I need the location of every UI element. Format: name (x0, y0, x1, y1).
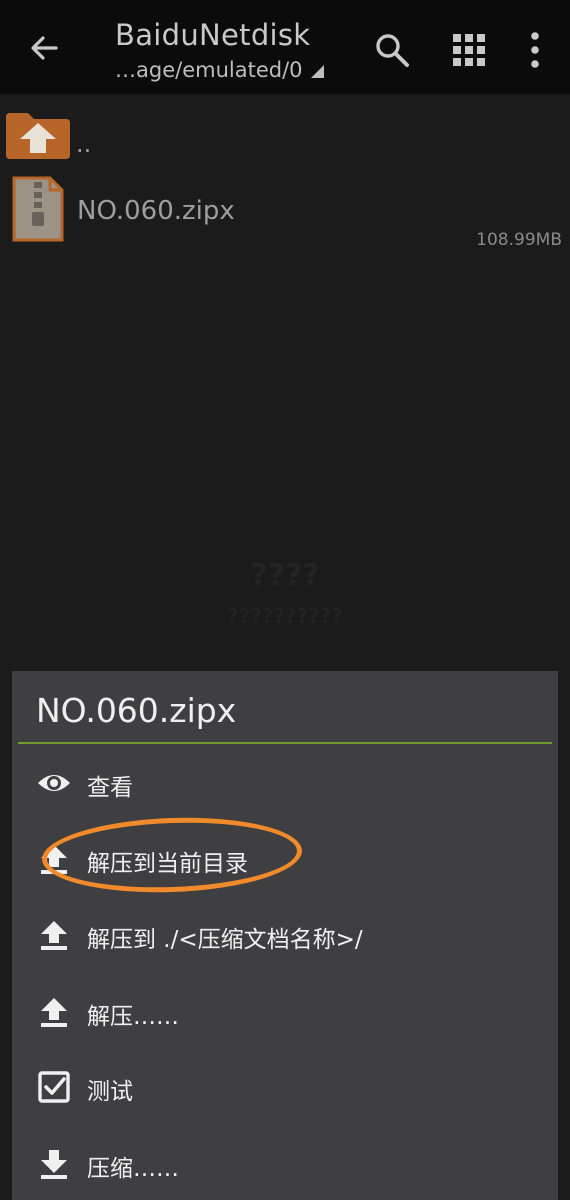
app-title: BaiduNetdisk (115, 18, 311, 52)
menu-item-compress[interactable]: 压缩…… (12, 1131, 558, 1197)
zip-file-icon (10, 174, 66, 244)
menu-item-label: 压缩…… (87, 1156, 179, 1182)
folder-up-icon (4, 109, 72, 161)
checkbox-icon (38, 1071, 70, 1103)
search-icon (376, 34, 409, 67)
sheet-title: NO.060.zipx (36, 691, 237, 730)
grid-icon (453, 34, 485, 66)
context-menu-sheet: NO.060.zipx 查看 解压到当前目录 解压到 ./<压缩文档名称>/ 解… (12, 671, 558, 1200)
menu-item-extract[interactable]: 解压…… (12, 979, 558, 1045)
divider (18, 742, 552, 744)
path-selector[interactable]: …age/emulated/0 (115, 58, 324, 82)
download-icon (41, 1150, 67, 1179)
dropdown-triangle-icon (310, 65, 324, 78)
menu-item-label: 查看 (87, 775, 133, 801)
list-item-parent-folder[interactable]: .. (0, 104, 570, 164)
watermark-line-1: ???? (250, 558, 320, 593)
menu-item-view[interactable]: 查看 (12, 750, 558, 816)
back-button[interactable] (24, 28, 64, 68)
file-size: 108.99MB (476, 230, 562, 250)
menu-item-label: 解压…… (87, 1004, 179, 1030)
grid-view-button[interactable] (449, 30, 489, 70)
eye-icon (38, 775, 70, 791)
search-button[interactable] (372, 30, 412, 70)
file-name: NO.060.zipx (77, 196, 235, 226)
more-options-button[interactable] (520, 28, 550, 72)
watermark-line-2: ?????????? (226, 604, 343, 628)
list-item-zip-file[interactable]: NO.060.zipx 108.99MB (0, 174, 570, 254)
upload-icon (41, 998, 67, 1027)
upload-icon (41, 921, 67, 950)
app-bar: BaiduNetdisk …age/emulated/0 (0, 0, 570, 94)
menu-item-test[interactable]: 测试 (12, 1054, 558, 1120)
arrow-left-icon (31, 36, 58, 60)
menu-item-extract-to-folder[interactable]: 解压到 ./<压缩文档名称>/ (12, 902, 558, 968)
menu-item-label: 解压到 ./<压缩文档名称>/ (87, 927, 363, 953)
more-vert-icon (531, 32, 539, 68)
list-item-label: .. (76, 130, 92, 158)
menu-item-label: 测试 (87, 1079, 133, 1105)
current-path: …age/emulated/0 (115, 58, 303, 82)
